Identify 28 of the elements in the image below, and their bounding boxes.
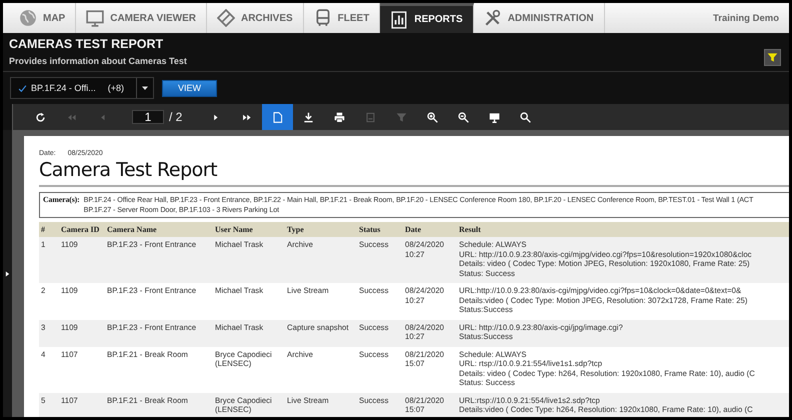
account-name: Training Demo [713, 12, 780, 24]
report-title: CAMERAS TEST REPORT [9, 37, 164, 51]
page-total: / 2 [169, 110, 182, 124]
column-header: Result [457, 222, 789, 237]
column-header: Date [403, 222, 457, 237]
document-button[interactable] [262, 104, 294, 130]
globe-icon [19, 9, 37, 27]
report-subtitle: Provides information about Cameras Test [9, 56, 187, 66]
nav-tab[interactable]: REPORTS [380, 3, 474, 33]
filter-button[interactable] [764, 49, 781, 66]
filter-icon [767, 52, 778, 63]
view-button[interactable]: VIEW [162, 80, 217, 96]
column-header: # [39, 222, 59, 237]
column-header: Type [285, 222, 357, 237]
tools-icon [484, 9, 502, 27]
column-header: User Name [213, 222, 285, 237]
caret-icon [140, 84, 149, 92]
monitor-icon [86, 9, 104, 27]
bus-icon [314, 9, 332, 27]
report-heading: Camera Test Report [39, 159, 218, 181]
report-chart-icon [390, 10, 408, 28]
diamond-icon [216, 9, 235, 27]
column-header: Camera Name [105, 222, 213, 237]
arrow-icon [5, 270, 10, 278]
page-number-field[interactable]: 1 [132, 110, 164, 124]
column-header: Camera ID [59, 222, 105, 237]
camera-dropdown[interactable]: BP.1F.24 - Offi... (+8) [10, 77, 154, 99]
column-header: Status [357, 222, 403, 237]
